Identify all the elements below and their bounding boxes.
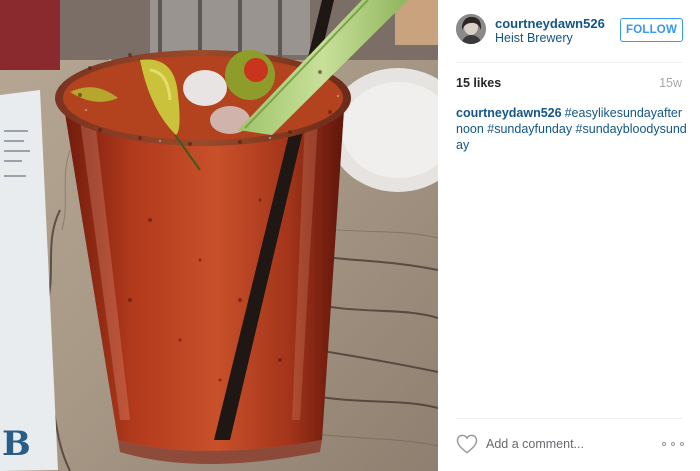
comment-input[interactable] — [486, 433, 648, 455]
likes-count[interactable]: 15 likes — [456, 76, 501, 90]
avatar[interactable] — [456, 14, 486, 44]
menu-letter: B — [2, 424, 31, 464]
username-link[interactable]: courtneydawn526 — [495, 16, 605, 31]
post-caption: courtneydawn526 #easylikesundayafternoon … — [456, 105, 688, 153]
post-info-panel: courtneydawn526 Heist Brewery FOLLOW 15 … — [438, 0, 700, 471]
more-options-icon[interactable] — [662, 437, 684, 451]
avatar-image — [456, 14, 486, 44]
dot-icon — [680, 442, 684, 446]
post-timestamp[interactable]: 15w — [659, 76, 682, 90]
dot-icon — [671, 442, 675, 446]
post-header: courtneydawn526 Heist Brewery FOLLOW — [438, 0, 700, 62]
comment-bar — [438, 419, 700, 471]
caption-username-link[interactable]: courtneydawn526 — [456, 106, 562, 120]
location-link[interactable]: Heist Brewery — [495, 31, 573, 45]
dot-icon — [662, 442, 666, 446]
post-photo[interactable]: B — [0, 0, 438, 471]
heart-outline-icon[interactable] — [456, 434, 478, 454]
divider — [456, 62, 682, 63]
bloody-mary-image: B — [0, 0, 438, 471]
follow-button[interactable]: FOLLOW — [620, 18, 683, 42]
